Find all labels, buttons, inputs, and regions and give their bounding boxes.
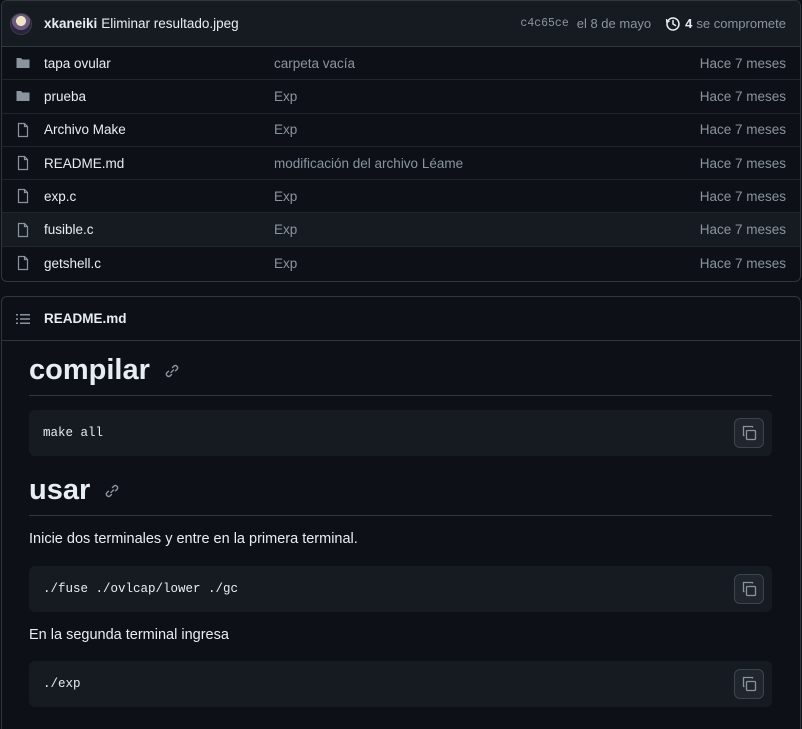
paragraph: Inicie dos terminales y entre en la prim… [29,531,358,547]
file-commit-message[interactable]: Exp [274,89,700,104]
readme-content: compilar make all usar Inicie dos termin… [2,354,800,707]
file-row[interactable]: README.md modificación del archivo Léame… [2,147,800,181]
commit-history-link[interactable]: 4 se compromete [665,16,786,32]
heading-use-text: usar [29,474,91,506]
avatar[interactable] [10,12,32,35]
readme-header: README.md [2,297,800,341]
file-name[interactable]: prueba [44,89,274,104]
link-icon[interactable] [164,363,180,379]
code-block-run-fuse: ./fuse ./ovlcap/lower ./gc [29,566,772,612]
file-icon [17,122,29,137]
file-row[interactable]: getshell.c Exp Hace 7 meses [2,247,800,280]
file-icon [17,222,29,237]
copy-button[interactable] [734,574,764,604]
copy-icon [742,676,757,692]
heading-use: usar [29,474,772,516]
copy-icon [742,581,757,597]
file-commit-message[interactable]: Exp [274,189,700,204]
file-name[interactable]: fusible.c [44,222,274,237]
copy-icon [742,425,757,441]
file-commit-message[interactable]: carpeta vacía [274,56,700,71]
file-name[interactable]: Archivo Make [44,122,274,137]
latest-commit-bar: xkaneiki Eliminar resultado.jpeg c4c65ce… [2,1,800,47]
paragraph: En la segunda terminal ingresa [29,627,229,643]
file-row[interactable]: Archivo Make Exp Hace 7 meses [2,114,800,147]
history-icon [666,16,680,31]
code-block-compile: make all [29,410,772,456]
folder-icon [16,91,30,102]
file-commit-message[interactable]: modificación del archivo Léame [274,156,700,171]
readme-title[interactable]: README.md [44,311,127,326]
list-icon[interactable] [15,311,31,327]
file-row[interactable]: fusible.c Exp Hace 7 meses [2,213,800,247]
file-row[interactable]: exp.c Exp Hace 7 meses [2,180,800,214]
file-age: Hace 7 meses [699,88,786,104]
commit-count: 4 [685,16,693,31]
copy-button[interactable] [734,669,764,699]
commit-message[interactable]: Eliminar resultado.jpeg [101,16,238,31]
file-age: Hace 7 meses [699,255,786,271]
code-text: ./fuse ./ovlcap/lower ./gc [43,582,239,596]
file-commit-message[interactable]: Exp [274,256,700,271]
file-icon [17,155,29,171]
file-age: Hace 7 meses [699,222,786,238]
code-block-run-exp: ./exp [29,661,772,707]
file-row[interactable]: prueba Exp Hace 7 meses [2,80,800,114]
code-text: ./exp [43,677,81,691]
link-icon[interactable] [104,483,120,499]
file-list: tapa ovular carpeta vacía Hace 7 meses p… [2,47,800,280]
file-browser: xkaneiki Eliminar resultado.jpeg c4c65ce… [1,0,801,282]
readme-panel: README.md compilar make all usar Inicie … [1,296,801,729]
file-name[interactable]: README.md [44,156,274,171]
file-row[interactable]: tapa ovular carpeta vacía Hace 7 meses [2,47,800,81]
commit-count-label: se compromete [696,16,786,31]
heading-compile: compilar [29,354,772,396]
file-age: Hace 7 meses [699,55,786,71]
file-commit-message[interactable]: Exp [274,222,700,237]
file-icon [17,189,29,204]
file-name[interactable]: exp.c [44,189,274,204]
heading-compile-text: compilar [29,354,150,386]
file-icon [17,256,29,271]
folder-icon [16,58,30,69]
commit-sha[interactable]: c4c65ce [520,17,568,30]
commit-author[interactable]: xkaneiki [44,16,97,31]
file-commit-message[interactable]: Exp [274,122,700,137]
file-age: Hace 7 meses [699,122,786,138]
file-age: Hace 7 meses [699,188,786,204]
copy-button[interactable] [734,418,764,448]
file-age: Hace 7 meses [699,155,786,171]
commit-date: el 8 de mayo [576,16,652,31]
file-name[interactable]: getshell.c [44,256,274,271]
code-text: make all [43,426,104,440]
file-name[interactable]: tapa ovular [44,56,274,71]
